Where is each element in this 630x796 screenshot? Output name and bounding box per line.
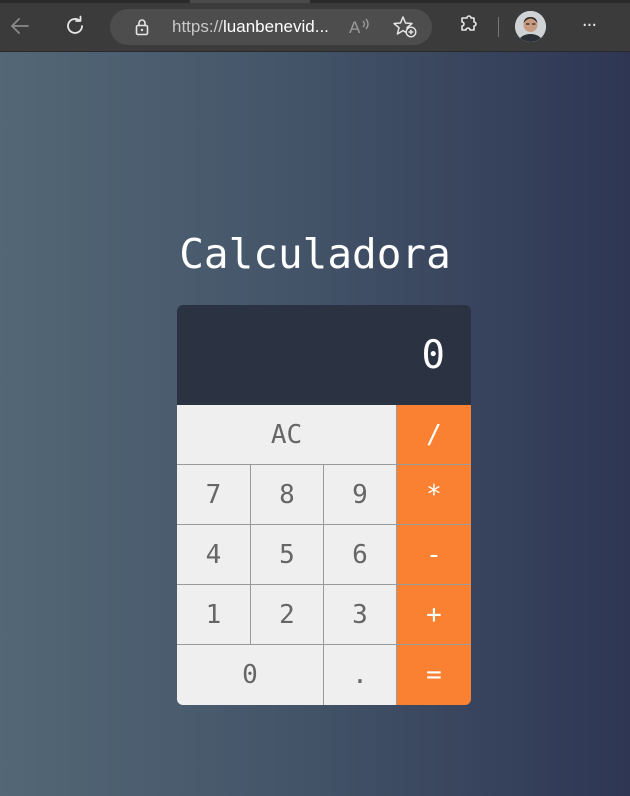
digit-6-button[interactable]: 6 xyxy=(324,525,397,585)
url-text[interactable]: https://luanbenevid... xyxy=(172,17,329,37)
add-button[interactable]: + xyxy=(397,585,471,645)
refresh-icon xyxy=(67,15,83,34)
extensions-icon xyxy=(461,15,477,31)
tab-strip xyxy=(0,0,630,3)
add-favorite-icon[interactable] xyxy=(392,15,418,39)
digit-4-button[interactable]: 4 xyxy=(177,525,251,585)
address-bar[interactable]: https://luanbenevid... A xyxy=(110,9,432,45)
settings-more-button[interactable]: ··· xyxy=(573,10,605,42)
refresh-button[interactable] xyxy=(59,10,91,42)
digit-9-button[interactable]: 9 xyxy=(324,465,397,525)
page-content: Calculadora 0 AC / 7 8 9 * 4 5 6 - 1 2 3… xyxy=(0,52,630,796)
toolbar-divider xyxy=(498,17,499,37)
digit-1-button[interactable]: 1 xyxy=(177,585,251,645)
digit-8-button[interactable]: 8 xyxy=(251,465,324,525)
profile-avatar-icon xyxy=(515,11,546,42)
back-button[interactable] xyxy=(4,10,36,42)
url-host: luanbenevid... xyxy=(223,17,329,36)
extensions-button[interactable] xyxy=(452,10,484,42)
calculator: 0 AC / 7 8 9 * 4 5 6 - 1 2 3 + 0 . = xyxy=(177,305,471,705)
digit-7-button[interactable]: 7 xyxy=(177,465,251,525)
profile-avatar[interactable] xyxy=(515,11,546,42)
divide-button[interactable]: / xyxy=(397,405,471,465)
equals-button[interactable]: = xyxy=(397,645,471,705)
clear-button[interactable]: AC xyxy=(177,405,397,465)
calculator-display: 0 xyxy=(177,305,471,405)
svg-text:A: A xyxy=(349,18,361,37)
multiply-button[interactable]: * xyxy=(397,465,471,525)
more-icon: ··· xyxy=(581,15,597,36)
digit-2-button[interactable]: 2 xyxy=(251,585,324,645)
url-scheme: https:// xyxy=(172,17,224,36)
subtract-button[interactable]: - xyxy=(397,525,471,585)
digit-0-button[interactable]: 0 xyxy=(177,645,324,705)
digit-5-button[interactable]: 5 xyxy=(251,525,324,585)
browser-toolbar: https://luanbenevid... A ··· xyxy=(0,0,630,52)
display-value: 0 xyxy=(421,333,445,378)
decimal-button[interactable]: . xyxy=(324,645,397,705)
page-title: Calculadora xyxy=(179,230,451,278)
read-aloud-icon[interactable]: A xyxy=(348,16,372,38)
digit-3-button[interactable]: 3 xyxy=(324,585,397,645)
lock-icon[interactable] xyxy=(132,17,152,37)
back-arrow-icon xyxy=(11,18,29,34)
